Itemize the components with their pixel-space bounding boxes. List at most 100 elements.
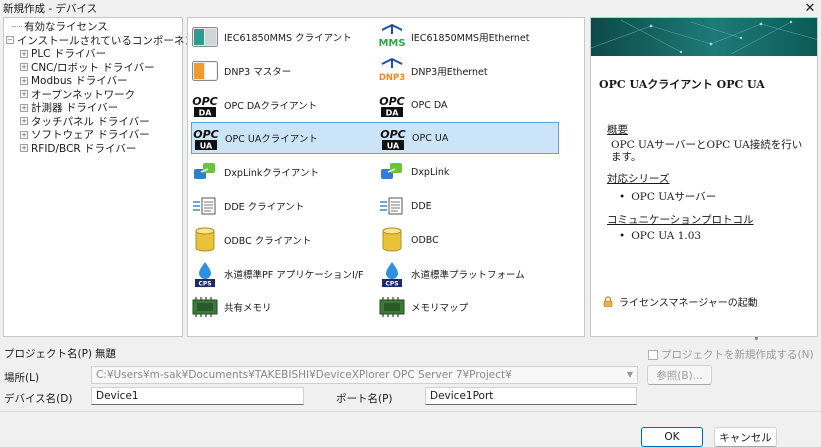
device-name-input[interactable]: Device1 [91,387,304,405]
dnp3-ethernet-icon: DNP3 [378,57,406,85]
collapse-icon[interactable]: − [6,36,14,45]
project-name-value[interactable]: 無題 [95,346,116,361]
location-value: C:¥Users¥m-sak¥Documents¥TAKEBISHI¥Devic… [96,369,512,381]
expand-icon[interactable]: + [20,90,28,99]
expand-icon[interactable]: + [20,63,28,72]
lock-icon [603,296,613,307]
opc-ua-icon: OPC UA [192,124,220,152]
expand-icon[interactable]: + [20,49,28,58]
chevron-down-icon[interactable]: ▼ [627,370,633,379]
device-type-item[interactable]: OPC DA OPC DAクライアント [191,89,317,121]
series-item: OPC UAサーバー [607,189,817,204]
svg-text:CPS: CPS [385,281,398,288]
cps-water-icon: CPS [191,260,219,288]
svg-text:DA: DA [199,109,213,118]
dxplink-icon [378,158,406,186]
device-type-item[interactable]: ODBC クライアント [191,224,311,256]
device-type-item[interactable]: ODBC [378,224,439,256]
ok-button[interactable]: OK [641,427,703,447]
network-pattern-icon [591,19,817,55]
protocol-item: OPC UA 1.03 [607,230,817,242]
svg-text:MMS: MMS [378,38,405,49]
device-type-label: OPC DA [411,99,448,111]
tree-line [12,26,22,28]
location-label: 場所(L) [4,372,40,384]
device-type-label: IEC61850MMS クライアント [224,33,352,44]
device-type-label: OPC UAクライアント [225,134,318,145]
description-panel: OPC UAクライアント OPC UA 概要 OPC UAサーバーとOPC UA… [590,17,818,337]
expand-icon[interactable]: + [20,117,28,126]
description-heading: OPC UAクライアント OPC UA [599,78,765,91]
license-manager-link[interactable]: ライセンスマネージャーの起動 [603,294,758,309]
device-type-item[interactable]: DxpLinkクライアント [191,156,319,188]
new-project-checkbox[interactable]: プロジェクトを新規作成する(N) [648,347,814,362]
expand-icon[interactable]: + [20,130,28,139]
device-name-value: Device1 [96,390,139,402]
opc-da-icon: OPC DA [378,91,406,119]
expand-icon[interactable]: + [20,76,28,85]
location-combo[interactable]: C:¥Users¥m-sak¥Documents¥TAKEBISHI¥Devic… [91,366,638,384]
tree-item[interactable]: + オープンネットワーク [4,88,182,102]
cancel-button[interactable]: キャンセル [714,427,777,447]
overview-body: OPC UAサーバーとOPC UA接続を行います。 [611,139,803,163]
license-manager-label: ライセンスマネージャーの起動 [619,298,758,309]
tree-item[interactable]: + PLC ドライバー [4,47,182,61]
expand-icon[interactable]: + [20,144,28,153]
opc-da-icon: OPC DA [191,91,219,119]
port-name-input[interactable]: Device1Port [425,387,637,405]
device-type-label: IEC61850MMS用Ethernet [411,33,530,44]
device-type-item[interactable]: メモリマップ [378,291,468,323]
close-icon[interactable]: ✕ [799,0,821,17]
device-type-label: メモリマップ [411,303,469,314]
dde-icon [378,192,406,220]
device-type-item[interactable]: DxpLink [378,156,449,188]
device-type-label: OPC UA [412,132,449,144]
mms-ethernet-icon: MMS [378,23,406,51]
svg-text:DA: DA [386,109,400,118]
svg-text:UA: UA [387,142,400,151]
device-type-label: OPC DAクライアント [224,101,318,112]
tree-item[interactable]: − インストールされているコンポーネント [4,34,205,48]
device-type-item[interactable]: DNP3 DNP3用Ethernet [378,55,488,87]
device-type-label: DNP3 マスター [224,67,292,78]
device-type-label: DDE [411,200,432,212]
tree-item[interactable]: + RFID/BCR ドライバー [4,142,182,156]
expand-icon[interactable]: + [20,103,28,112]
device-type-item[interactable]: CPS 水道標準プラットフォーム [378,258,525,290]
component-tree[interactable]: 有効なライセンス − インストールされているコンポーネント + PLC ドライバー + CN… [3,17,205,337]
device-type-list[interactable]: IEC61850MMS クライアント MMS IEC61850MMS用Etherne… [187,17,758,340]
device-type-label: DNP3用Ethernet [411,67,488,78]
odbc-icon [191,226,219,254]
device-type-item[interactable]: IEC61850MMS クライアント [191,21,352,53]
svg-text:OPC: OPC [379,95,405,108]
device-type-item[interactable]: DDE [378,190,432,222]
dde-icon [191,192,219,220]
browse-button[interactable]: 参照(B)... [647,365,712,385]
device-type-label: DxpLinkクライアント [224,168,320,179]
tree-item[interactable]: + Modbus ドライバー [4,74,182,88]
checkbox-box[interactable] [648,349,658,360]
tree-item[interactable]: + ソフトウェア ドライバー [4,128,182,142]
device-name-label: デバイス名(D) [4,393,73,405]
tree-item-label: RFID/BCR ドライバー [31,142,137,155]
device-type-label: ODBC [411,234,439,246]
device-type-label: DDE クライアント [224,202,305,213]
device-type-label: 水道標準プラットフォーム [411,270,525,281]
device-type-item[interactable]: MMS IEC61850MMS用Ethernet [378,21,530,53]
device-type-item[interactable]: OPC UA OPC UA [378,122,558,154]
tree-item[interactable]: + 計測器 ドライバー [4,101,182,115]
svg-text:DNP3: DNP3 [379,73,405,83]
device-type-item[interactable]: DDE クライアント [191,190,304,222]
device-type-item[interactable]: 共有メモリ [191,291,272,323]
device-type-item[interactable]: OPC DA OPC DA [378,89,448,121]
tree-item[interactable]: + CNC/ロボット ドライバー [4,61,182,75]
memory-chip-icon [378,293,406,321]
device-type-item[interactable]: DNP3 マスター [191,55,291,87]
device-type-item[interactable]: CPS 水道標準PF アプリケーションI/F [191,258,364,290]
svg-text:OPC: OPC [193,128,219,141]
tree-item[interactable]: + タッチパネル ドライバー [4,115,182,129]
tree-item[interactable]: 有効なライセンス [4,20,182,34]
svg-text:UA: UA [200,142,213,151]
device-type-label: 共有メモリ [224,303,272,314]
new-project-label: プロジェクトを新規作成する(N) [661,349,814,361]
